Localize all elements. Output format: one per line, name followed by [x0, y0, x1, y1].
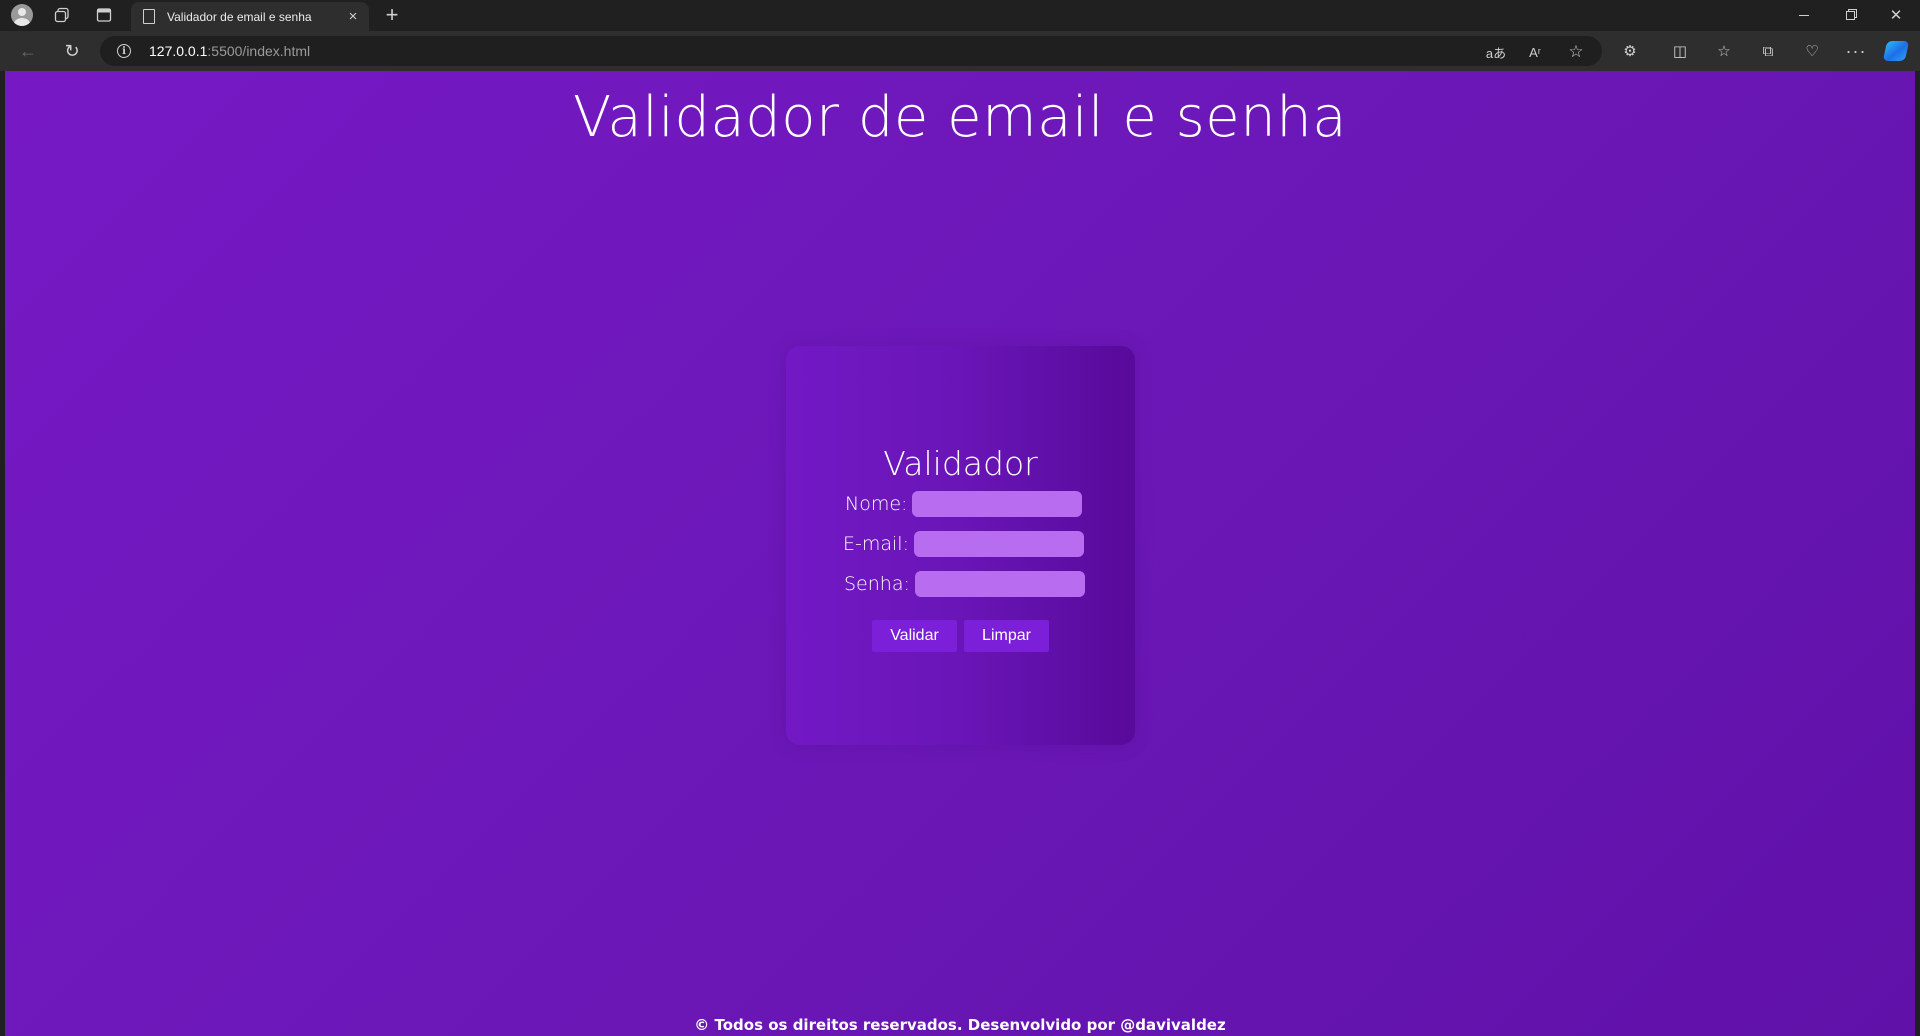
back-icon[interactable]: ←	[13, 37, 43, 65]
restore-icon[interactable]	[1838, 3, 1862, 27]
collections-icon[interactable]: ⧉	[1755, 38, 1781, 64]
nome-label: Nome:	[845, 493, 908, 515]
page-title: Validador de email e senha	[572, 85, 1348, 150]
page-icon	[143, 9, 155, 24]
tab-actions-icon[interactable]	[92, 3, 116, 27]
form-title: Validador	[883, 444, 1038, 483]
nome-input[interactable]	[912, 491, 1083, 517]
validator-form-card: Validador Nome: E-mail: Senha: Validar L…	[786, 346, 1135, 745]
add-favorite-icon[interactable]: ☆	[1565, 41, 1587, 63]
limpar-button[interactable]: Limpar	[964, 620, 1049, 652]
nome-row: Nome:	[845, 491, 1083, 517]
email-input[interactable]	[913, 531, 1084, 557]
extensions-icon[interactable]: ⚙	[1617, 38, 1643, 64]
url-text[interactable]: 127.0.0.1:5500/index.html	[149, 43, 310, 59]
address-bar[interactable]: i 127.0.0.1:5500/index.html aあ Aʳ ☆	[100, 36, 1602, 66]
url-path: :5500/index.html	[207, 43, 311, 59]
copilot-icon[interactable]	[1882, 38, 1910, 64]
tab-close-icon[interactable]: ×	[343, 7, 363, 27]
browser-tab-bar: Validador de email e senha × + ✕	[0, 0, 1920, 31]
senha-row: Senha:	[844, 571, 1085, 597]
tab-active[interactable]: Validador de email e senha ×	[131, 2, 369, 31]
minimize-icon[interactable]	[1792, 3, 1816, 27]
footer-text: © Todos os direitos reservados. Desenvol…	[694, 1016, 1226, 1034]
favorites-icon[interactable]: ☆	[1711, 38, 1737, 64]
window-close-icon[interactable]: ✕	[1884, 3, 1908, 27]
workspaces-icon[interactable]	[50, 3, 74, 27]
translate-icon[interactable]: aあ	[1485, 41, 1507, 63]
senha-label: Senha:	[844, 573, 910, 595]
tab-title: Validador de email e senha	[167, 9, 312, 24]
email-row: E-mail:	[843, 531, 1084, 557]
profile-icon[interactable]	[10, 3, 34, 27]
senha-input[interactable]	[914, 571, 1085, 597]
email-label: E-mail:	[843, 533, 909, 555]
browser-toolbar: ← ↻ i 127.0.0.1:5500/index.html aあ Aʳ ☆ …	[0, 31, 1920, 71]
more-icon[interactable]: ···	[1843, 38, 1869, 64]
url-host: 127.0.0.1	[149, 43, 208, 59]
page-content: Validador de email e senha Validador Nom…	[5, 71, 1915, 1036]
new-tab-icon[interactable]: +	[380, 2, 404, 27]
browser-essentials-icon[interactable]: ♡	[1799, 38, 1825, 64]
reload-icon[interactable]: ↻	[57, 37, 87, 65]
read-aloud-icon[interactable]: Aʳ	[1524, 41, 1546, 63]
validar-button[interactable]: Validar	[872, 620, 957, 652]
site-info-icon[interactable]: i	[117, 44, 131, 58]
split-screen-icon[interactable]: ◫	[1667, 38, 1693, 64]
